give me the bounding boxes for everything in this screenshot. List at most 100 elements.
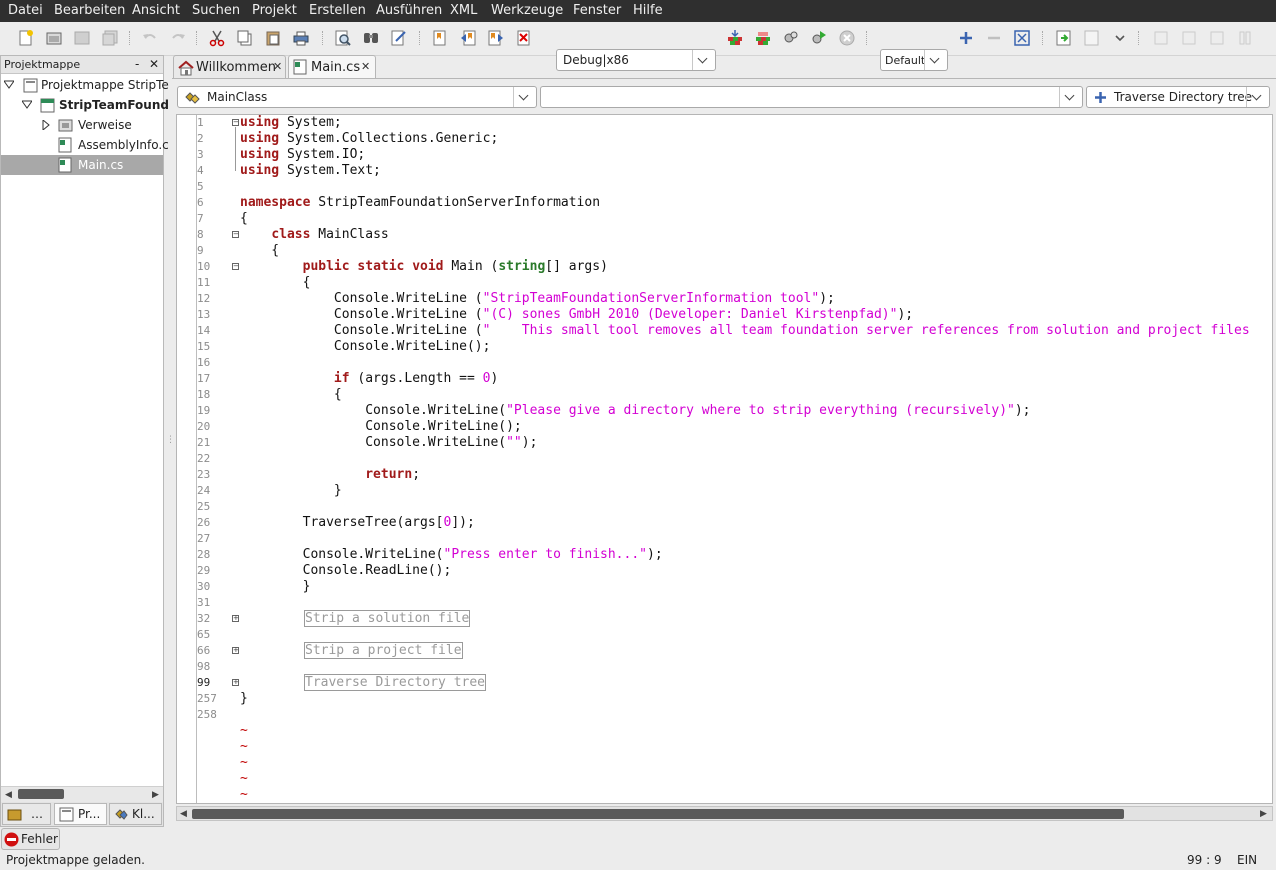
rebuild-icon[interactable] [754, 29, 772, 47]
member-navigation-combo[interactable] [540, 86, 1083, 108]
bookmark-next-icon[interactable] [487, 29, 505, 47]
menu-projekt[interactable]: Projekt [252, 3, 297, 19]
fullscreen-icon[interactable] [1013, 29, 1031, 47]
bookmark-toggle-icon[interactable] [431, 29, 449, 47]
run-icon[interactable] [782, 29, 800, 47]
code-text: (args.Length == [349, 371, 483, 386]
folded-region[interactable]: Strip a project file [304, 642, 463, 659]
folded-region[interactable]: Traverse Directory tree [304, 674, 487, 691]
menu-hilfe[interactable]: Hilfe [633, 3, 663, 19]
line-number-current: 99 [197, 676, 211, 689]
step-over-icon[interactable] [1055, 29, 1073, 47]
zoom-out-icon[interactable] [985, 29, 1003, 47]
open-file-icon[interactable] [45, 29, 63, 47]
close-icon[interactable]: ✕ [361, 60, 370, 73]
tree-item-references[interactable]: Verweise [1, 115, 163, 135]
print-icon[interactable] [292, 29, 310, 47]
insert-mode[interactable]: EIN [1237, 853, 1257, 867]
code-line: Console.WriteLine(""); [240, 435, 537, 451]
scrollbar-thumb[interactable] [192, 809, 1124, 819]
menu-erstellen[interactable]: Erstellen [309, 3, 366, 19]
new-file-icon[interactable] [17, 29, 35, 47]
step-out-icon[interactable] [1152, 29, 1170, 47]
find-icon[interactable] [334, 29, 352, 47]
scroll-left-icon[interactable]: ◀ [180, 809, 187, 819]
region-navigation-combo[interactable]: Traverse Directory tree [1086, 86, 1270, 108]
fold-expand-icon[interactable]: + [232, 615, 239, 622]
columns-icon[interactable] [1236, 29, 1254, 47]
window-icon[interactable] [1180, 29, 1198, 47]
editor-horizontal-scrollbar[interactable]: ◀ ▶ [176, 806, 1273, 821]
tree-item-project[interactable]: StripTeamFound [1, 95, 169, 115]
scroll-left-icon[interactable]: ◀ [5, 790, 12, 800]
code-line: } [240, 691, 248, 706]
zoom-in-icon[interactable] [957, 29, 975, 47]
pad-horizontal-scrollbar[interactable]: ◀ ▶ [1, 786, 163, 802]
fold-collapse-icon[interactable]: − [232, 263, 239, 270]
pad-title: Projektmappe [4, 58, 81, 71]
debug-run-icon[interactable] [810, 29, 828, 47]
code-text: System; [279, 115, 342, 130]
scrollbar-thumb[interactable] [18, 789, 64, 799]
folded-region-label[interactable]: Traverse Directory tree [304, 674, 487, 691]
cut-icon[interactable] [208, 29, 226, 47]
build-icon[interactable] [726, 29, 744, 47]
copy-icon[interactable] [236, 29, 254, 47]
chevron-down-icon [924, 50, 947, 70]
menu-fenster[interactable]: Fenster [573, 3, 621, 19]
find-in-files-icon[interactable] [362, 29, 380, 47]
configuration-combo[interactable]: Debug|x86 [556, 49, 716, 71]
tree-item-main-cs[interactable]: Main.cs [1, 155, 163, 175]
folded-region-label[interactable]: Strip a project file [304, 642, 463, 659]
save-all-icon[interactable] [101, 29, 119, 47]
menu-datei[interactable]: Datei [8, 3, 43, 19]
step-into-icon[interactable] [1083, 29, 1101, 47]
pad-tab-toolbox[interactable]: … [2, 803, 51, 825]
expander-expanded-icon[interactable] [4, 80, 14, 90]
menu-werkzeuge[interactable]: Werkzeuge [491, 3, 563, 19]
replace-icon[interactable] [390, 29, 408, 47]
fold-expand-icon[interactable]: + [232, 679, 239, 686]
stop-icon[interactable] [838, 29, 856, 47]
tab-main-cs[interactable]: Main.cs ✕ [288, 55, 376, 78]
fold-expand-icon[interactable]: + [232, 647, 239, 654]
expander-collapsed-icon[interactable] [41, 120, 51, 130]
menu-ansicht[interactable]: Ansicht [132, 3, 180, 19]
code-line: } [240, 579, 311, 594]
menu-xml[interactable]: XML [450, 3, 477, 19]
menu-bearbeiten[interactable]: Bearbeiten [54, 3, 125, 19]
code-text: Console.WriteLine ( [240, 291, 483, 306]
pane-splitter[interactable]: ⋮ [164, 55, 175, 827]
menu-ausfuehren[interactable]: Ausführen [376, 3, 442, 19]
tree-item-assemblyinfo[interactable]: AssemblyInfo.c [1, 135, 169, 155]
line-number: 5 [197, 180, 204, 193]
scroll-right-icon[interactable]: ▶ [152, 790, 159, 800]
pad-minimize-button[interactable]: - [135, 57, 139, 71]
paste-icon[interactable] [264, 29, 282, 47]
pad-close-button[interactable]: ✕ [149, 57, 159, 71]
save-icon[interactable] [73, 29, 91, 47]
redo-icon[interactable] [169, 29, 187, 47]
scroll-right-icon[interactable]: ▶ [1260, 809, 1267, 819]
errors-pad-button[interactable]: Fehler [1, 828, 60, 850]
window-2-icon[interactable] [1208, 29, 1226, 47]
bookmark-clear-icon[interactable] [515, 29, 533, 47]
tree-item-solution[interactable]: Projektmappe StripTe [1, 75, 169, 95]
pad-tab-projects[interactable]: Pr... [54, 803, 107, 825]
layout-combo[interactable]: Default [880, 49, 948, 71]
expander-expanded-icon[interactable] [22, 100, 32, 110]
dropdown-icon[interactable] [1111, 29, 1129, 47]
menu-suchen[interactable]: Suchen [192, 3, 240, 19]
folded-region[interactable]: Strip a solution file [304, 610, 471, 627]
code-editor[interactable]: 1 2 3 4 5 6 7 8 9 10 11 12 13 14 15 16 1… [176, 114, 1273, 804]
line-number: 12 [197, 292, 211, 305]
bookmark-prev-icon[interactable] [459, 29, 477, 47]
class-navigation-combo[interactable]: MainClass [177, 86, 537, 108]
undo-icon[interactable] [141, 29, 159, 47]
fold-collapse-icon[interactable]: − [232, 231, 239, 238]
folded-region-label[interactable]: Strip a solution file [304, 610, 471, 627]
tab-willkommen[interactable]: Willkommen ✕ [173, 55, 286, 78]
fold-collapse-icon[interactable]: − [232, 119, 239, 126]
close-icon[interactable]: ✕ [273, 60, 282, 73]
pad-tab-classes[interactable]: Kl... [109, 803, 162, 825]
